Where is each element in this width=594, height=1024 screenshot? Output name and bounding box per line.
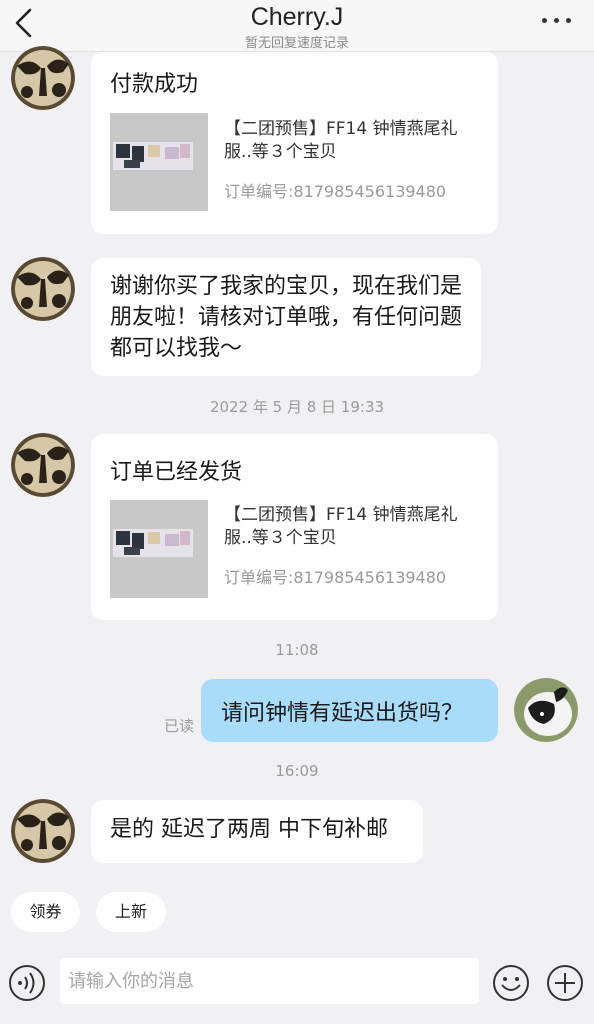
- product-thumbnail: [110, 500, 208, 598]
- more-dots-icon: [542, 18, 547, 23]
- voice-icon: [9, 965, 45, 1001]
- card-title: 订单已经发货: [110, 460, 243, 485]
- message-bubble: 谢谢你买了我家的宝贝，现在我们是朋友啦！请核对订单哦，有任何问题都可以找我～: [91, 258, 481, 376]
- user-avatar-image: [514, 678, 578, 742]
- timestamp: 11:08: [275, 641, 319, 659]
- order-number: 订单编号:817985456139480: [224, 568, 447, 587]
- message-bubble: 是的 延迟了两周 中下旬补邮: [91, 800, 423, 863]
- emoji-button[interactable]: [492, 964, 530, 1002]
- message-text: 是的 延迟了两周 中下旬补邮: [110, 817, 388, 842]
- product-name: 【二团预售】FF14 钟情燕尾礼服..等３个宝贝: [224, 119, 458, 162]
- plus-button[interactable]: [546, 964, 584, 1002]
- message-input[interactable]: [60, 958, 479, 1004]
- self-message-bubble: 请问钟情有延迟出货吗？: [201, 679, 498, 742]
- input-bar: [0, 950, 594, 1024]
- order-card-shipped[interactable]: 订单已经发货 【二团预售】FF14 钟情燕尾礼服..等３个宝贝 订单编号:817…: [91, 434, 498, 620]
- seller-avatar[interactable]: [11, 46, 75, 110]
- product-thumbnail: [110, 113, 208, 211]
- new-arrivals-chip[interactable]: 上新: [96, 892, 166, 932]
- contact-name: Cherry.J: [250, 3, 344, 31]
- order-card-paid[interactable]: 付款成功 【二团预售】FF14 钟情燕尾礼服..等３个宝贝 订单编号:81798…: [91, 52, 498, 234]
- order-number: 订单编号:817985456139480: [224, 182, 447, 201]
- timestamp: 16:09: [275, 762, 319, 780]
- message-text: 谢谢你买了我家的宝贝，现在我们是朋友啦！请核对订单哦，有任何问题都可以找我～: [110, 274, 463, 361]
- plus-icon: [547, 965, 583, 1001]
- voice-button[interactable]: [8, 964, 46, 1002]
- card-title: 付款成功: [110, 72, 199, 97]
- seller-avatar-image: [11, 46, 75, 110]
- reply-speed-note: 暂无回复速度记录: [244, 36, 349, 51]
- more-button[interactable]: [542, 16, 572, 26]
- product-name: 【二团预售】FF14 钟情燕尾礼服..等３个宝贝: [224, 505, 458, 548]
- emoji-icon: [493, 965, 529, 1001]
- timestamp: 2022 年 5 月 8 日 19:33: [209, 398, 385, 416]
- seller-avatar[interactable]: [11, 257, 75, 321]
- coupon-chip[interactable]: 领券: [11, 892, 80, 932]
- seller-avatar[interactable]: [11, 799, 75, 863]
- message-text: 请问钟情有延迟出货吗？: [221, 701, 464, 726]
- read-status: 已读: [164, 717, 195, 735]
- chat-header: Cherry.J 暂无回复速度记录: [0, 0, 594, 52]
- user-avatar[interactable]: [514, 678, 578, 742]
- seller-avatar[interactable]: [11, 433, 75, 497]
